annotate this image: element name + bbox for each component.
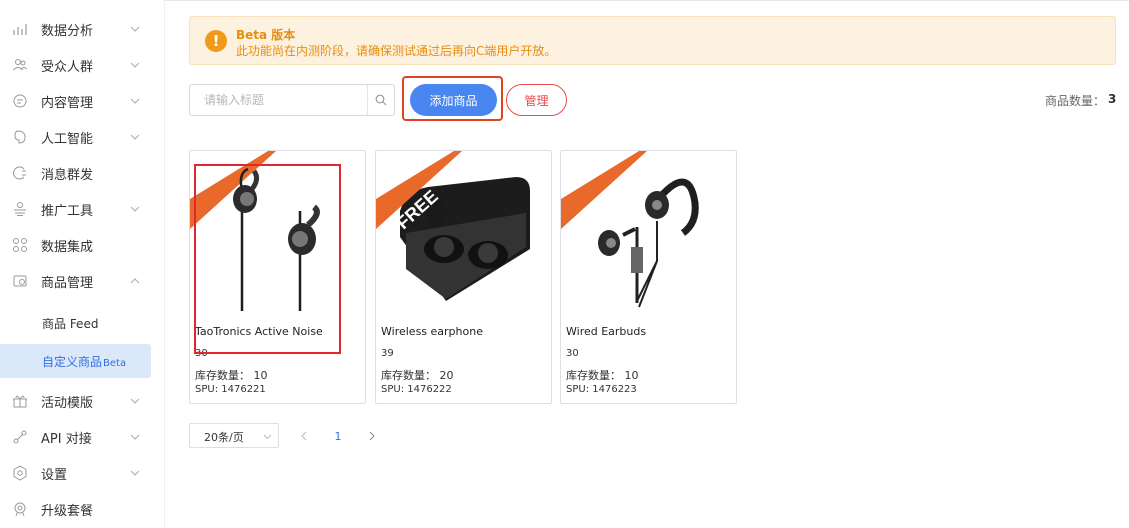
- sidebar-item-label: 推广工具: [41, 203, 94, 219]
- page-number-current[interactable]: 1: [330, 424, 346, 448]
- prev-page-button[interactable]: [294, 424, 314, 448]
- sidebar-item-label: 活动模版: [41, 395, 94, 411]
- sidebar-item-api[interactable]: API 对接: [0, 419, 160, 455]
- users-icon: [12, 57, 28, 73]
- app-root: 数据分析 受众人群 内容管理 人工智能 消息群发 推广工具 数据集成 商品管理 …: [0, 0, 1129, 528]
- sidebar: 数据分析 受众人群 内容管理 人工智能 消息群发 推广工具 数据集成 商品管理 …: [0, 0, 165, 528]
- sidebar-item-templates[interactable]: 活动模版: [0, 383, 160, 419]
- product-name: Wired Earbuds: [566, 325, 647, 338]
- sidebar-subitem-label: 商品 Feed: [42, 316, 99, 331]
- chart-icon: [12, 21, 28, 37]
- banner-title: Beta 版本: [236, 28, 296, 42]
- sidebar-item-integration[interactable]: 数据集成: [0, 227, 160, 263]
- sidebar-item-audience[interactable]: 受众人群: [0, 47, 160, 83]
- message-icon: [12, 165, 28, 181]
- beta-notice-banner: ! Beta 版本 此功能尚在内测阶段，请确保测试通过后再向C端用户开放。: [189, 16, 1116, 65]
- beta-badge: Beta: [103, 357, 127, 369]
- product-price: 30: [566, 348, 579, 359]
- sidebar-item-label: 升级套餐: [41, 503, 94, 519]
- sidebar-item-label: 内容管理: [41, 95, 94, 111]
- sidebar-item-content[interactable]: 内容管理: [0, 83, 160, 119]
- chevron-right-icon: [369, 431, 375, 441]
- sidebar-item-label: 数据集成: [41, 239, 94, 255]
- product-icon: [12, 273, 28, 289]
- product-image: FREE: [376, 151, 551, 319]
- first-card-highlight: [194, 164, 341, 354]
- chevron-down-icon: [130, 96, 140, 106]
- sidebar-subitem-product-feed[interactable]: 商品 Feed: [0, 306, 151, 340]
- page-size-value: 20条/页: [204, 431, 244, 444]
- chevron-down-icon: [263, 434, 272, 440]
- sidebar-item-products[interactable]: 商品管理: [0, 263, 160, 299]
- chevron-up-icon: [130, 276, 140, 286]
- product-card[interactable]: FREE Wireless earphone 39 库存数量： 20 SPU: …: [375, 150, 552, 404]
- chevron-down-icon: [130, 60, 140, 70]
- settings-icon: [12, 465, 28, 481]
- chevron-down-icon: [130, 132, 140, 142]
- top-border: [0, 0, 1129, 1]
- gift-icon: [12, 393, 28, 409]
- sidebar-item-settings[interactable]: 设置: [0, 455, 160, 491]
- sidebar-item-label: 人工智能: [41, 131, 94, 147]
- search-box: [189, 84, 395, 116]
- content-icon: [12, 93, 28, 109]
- sidebar-subitem-label: 自定义商品Beta: [42, 353, 126, 370]
- chevron-down-icon: [130, 432, 140, 442]
- sidebar-item-label: 设置: [41, 467, 68, 483]
- chevron-down-icon: [130, 24, 140, 34]
- sidebar-item-messaging[interactable]: 消息群发: [0, 155, 160, 191]
- search-icon: [375, 94, 387, 106]
- product-count-value: 3: [1108, 92, 1117, 106]
- search-button[interactable]: [368, 85, 394, 115]
- ai-icon: [12, 129, 28, 145]
- sidebar-item-label: 数据分析: [41, 23, 94, 39]
- sidebar-item-label: 消息群发: [41, 167, 94, 183]
- custom-products-text: 自定义商品: [42, 354, 103, 369]
- next-page-button[interactable]: [362, 424, 382, 448]
- product-spu: SPU: 1476222: [381, 384, 452, 395]
- product-count-label: 商品数量：: [1045, 94, 1106, 108]
- sidebar-subitem-custom-products[interactable]: 自定义商品Beta: [0, 344, 151, 378]
- sidebar-item-upgrade[interactable]: 升级套餐: [0, 491, 160, 527]
- product-spu: SPU: 1476221: [195, 384, 266, 395]
- sidebar-item-label: 商品管理: [41, 275, 94, 291]
- chevron-down-icon: [130, 396, 140, 406]
- product-price: 39: [381, 348, 394, 359]
- page-size-select[interactable]: 20条/页: [189, 423, 279, 448]
- chevron-left-icon: [301, 431, 307, 441]
- chevron-down-icon: [130, 468, 140, 478]
- search-input[interactable]: [190, 85, 366, 115]
- sidebar-item-label: 受众人群: [41, 59, 94, 75]
- product-name: Wireless earphone: [381, 325, 483, 338]
- add-product-button[interactable]: 添加商品: [410, 84, 497, 116]
- product-image: FREE: [561, 151, 736, 319]
- product-stock: 库存数量： 10: [195, 369, 268, 382]
- sidebar-item-data-analysis[interactable]: 数据分析: [0, 11, 160, 47]
- warning-icon: !: [205, 30, 227, 52]
- manage-button[interactable]: 管理: [506, 84, 567, 116]
- product-stock: 库存数量： 20: [381, 369, 454, 382]
- sidebar-item-label: API 对接: [41, 431, 92, 447]
- integration-icon: [12, 237, 28, 253]
- banner-text: 此功能尚在内测阶段，请确保测试通过后再向C端用户开放。: [236, 44, 557, 58]
- product-stock: 库存数量： 10: [566, 369, 639, 382]
- sidebar-item-promo[interactable]: 推广工具: [0, 191, 160, 227]
- api-icon: [12, 429, 28, 445]
- chevron-down-icon: [130, 204, 140, 214]
- product-card[interactable]: FREE Wired Earbuds 30 库存数量： 10 SPU: 1476…: [560, 150, 737, 404]
- sidebar-item-ai[interactable]: 人工智能: [0, 119, 160, 155]
- product-spu: SPU: 1476223: [566, 384, 637, 395]
- promo-icon: [12, 201, 28, 217]
- upgrade-icon: [12, 501, 28, 517]
